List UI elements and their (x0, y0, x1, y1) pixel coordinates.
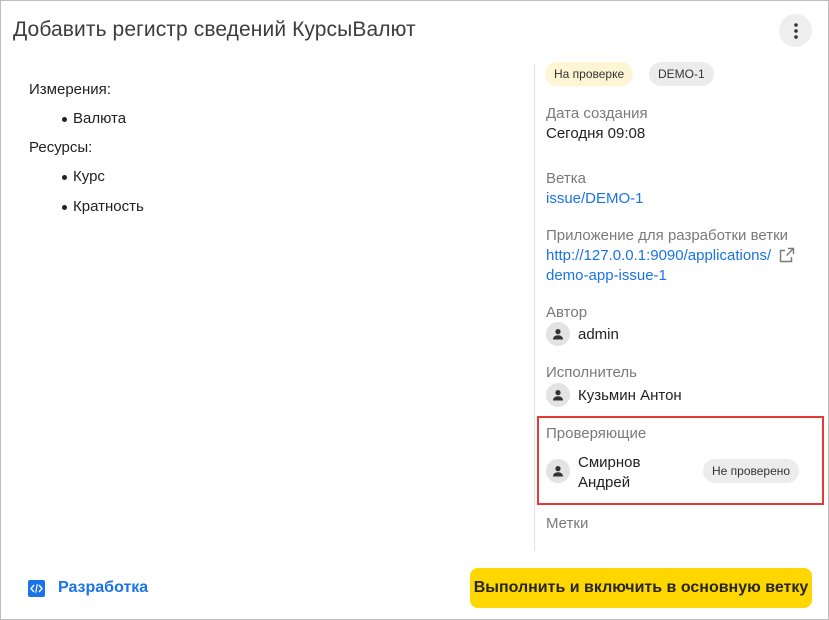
app-label: Приложение для разработки ветки (546, 227, 789, 244)
branch-label: Ветка (546, 170, 586, 187)
created-label: Дата создания (546, 105, 648, 122)
development-link-label: Разработка (58, 579, 149, 596)
author-name: admin (578, 326, 619, 343)
person-icon (553, 390, 563, 401)
external-link-icon[interactable] (779, 247, 795, 263)
reviewer-name: Смирнов (578, 454, 641, 471)
created-value: Сегодня 09:08 (546, 125, 646, 142)
resources-heading: Ресурсы: (29, 139, 93, 156)
assignee-name: Кузьмин Антон (578, 387, 682, 404)
more-menu-button[interactable] (779, 14, 812, 47)
person-icon (553, 329, 563, 340)
avatar (546, 383, 570, 407)
review-status-badge: Не проверено (703, 459, 800, 483)
status-badge: На проверке (545, 62, 634, 86)
dialog: Добавить регистр сведений КурсыВалют Изм… (0, 0, 829, 620)
more-vertical-icon (793, 22, 798, 39)
tags-label: Метки (546, 515, 589, 532)
issue-key-badge[interactable]: DEMO-1 (649, 62, 714, 86)
dimension-item: Валюта (29, 109, 144, 129)
code-icon (28, 579, 45, 597)
sidebar-divider (534, 64, 535, 551)
page-title: Добавить регистр сведений КурсыВалют (13, 18, 416, 41)
assignee-label: Исполнитель (546, 364, 637, 381)
app-url-link[interactable]: http://127.0.0.1:9090/applications/ (546, 247, 771, 264)
merge-to-main-button[interactable]: Выполнить и включить в основную ветку (470, 568, 812, 608)
avatar (546, 322, 570, 346)
person-icon (553, 466, 563, 477)
author-label: Автор (546, 304, 588, 321)
reviewer-name-continued: Андрей (578, 474, 631, 491)
description: Измерения: Валюта Ресурсы: Курс Кратност… (29, 80, 144, 217)
reviewers-label: Проверяющие (546, 425, 647, 442)
resource-item: Кратность (29, 197, 144, 217)
avatar (546, 459, 570, 483)
resource-item: Курс (29, 167, 144, 187)
branch-link[interactable]: issue/DEMO-1 (546, 190, 644, 207)
dimensions-heading: Измерения: (29, 81, 111, 98)
app-url-link-continued[interactable]: demo-app-issue-1 (546, 267, 667, 284)
development-link[interactable]: Разработка (28, 577, 148, 599)
